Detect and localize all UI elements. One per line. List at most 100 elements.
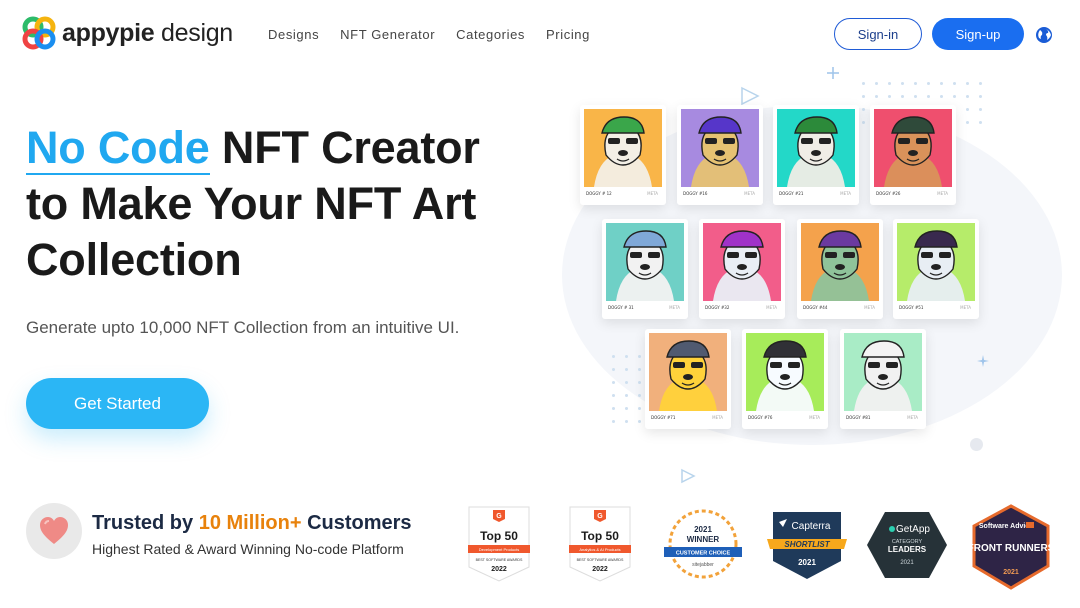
svg-text:BEST SOFTWARE AWARDS: BEST SOFTWARE AWARDS	[577, 558, 624, 562]
heart-icon	[40, 517, 68, 544]
dot-grid-decoration-left	[612, 355, 641, 423]
sign-in-button[interactable]: Sign-in	[834, 18, 922, 50]
nav-categories[interactable]: Categories	[456, 27, 525, 42]
svg-text:Top 50: Top 50	[581, 529, 619, 543]
nft-caption: DOGGY #76	[748, 415, 773, 420]
hero-subtitle: Generate upto 10,000 NFT Collection from…	[26, 318, 460, 337]
svg-text:2021: 2021	[1003, 569, 1019, 576]
hero-title-line2: to Make Your NFT Art	[26, 178, 477, 229]
svg-text:Top 50: Top 50	[480, 529, 518, 543]
nft-caption: DOGGY # 31	[608, 305, 634, 310]
circle-decoration	[970, 438, 983, 451]
svg-text:Analytics & AI Products: Analytics & AI Products	[579, 547, 620, 552]
nft-card[interactable]: DOGGY #44 META	[797, 219, 883, 319]
nft-meta-label: META	[744, 191, 755, 196]
nft-caption: DOGGY #51	[899, 305, 924, 310]
nft-doggy-art	[801, 223, 879, 301]
nft-doggy-art	[606, 223, 684, 301]
svg-text:Capterra: Capterra	[792, 521, 831, 532]
trust-subtitle: Highest Rated & Award Winning No-code Pl…	[92, 541, 404, 557]
g2-top50-analytics-badge: G Top 50 Analytics & AI Products BEST SO…	[568, 505, 632, 588]
main-nav: Designs NFT Generator Categories Pricing	[268, 27, 590, 42]
svg-text:BEST SOFTWARE AWARDS: BEST SOFTWARE AWARDS	[476, 558, 523, 562]
nft-meta-label: META	[864, 305, 875, 310]
svg-text:2021: 2021	[798, 558, 816, 567]
nft-caption: DOGGY #26	[876, 191, 901, 196]
nft-meta-label: META	[766, 305, 777, 310]
globe-icon[interactable]	[1034, 25, 1054, 45]
nft-meta-label: META	[809, 415, 820, 420]
nft-card[interactable]: DOGGY #16 META	[677, 105, 763, 205]
nft-caption: DOGGY #16	[683, 191, 708, 196]
g2-top50-development-badge: G Top 50 Development Products BEST SOFTW…	[467, 505, 531, 588]
svg-text:2021: 2021	[694, 525, 712, 534]
nft-caption: DOGGY #21	[779, 191, 804, 196]
heart-badge	[26, 503, 82, 559]
nft-caption: DOGGY #71	[651, 415, 676, 420]
nft-doggy-art	[681, 109, 759, 187]
nft-meta-label: META	[937, 191, 948, 196]
svg-text:G: G	[597, 513, 603, 520]
plus-decoration-icon	[827, 67, 839, 79]
nft-meta-label: META	[712, 415, 723, 420]
sparkle-decoration-icon	[977, 355, 989, 367]
nft-caption: DOGGY #44	[803, 305, 828, 310]
hero-title-accent: No Code	[26, 122, 210, 175]
nft-meta-label: META	[840, 191, 851, 196]
nft-card[interactable]: DOGGY #32 META	[699, 219, 785, 319]
svg-text:2022: 2022	[592, 566, 608, 573]
nft-card[interactable]: DOGGY #71 META	[645, 329, 731, 429]
svg-text:Development Products: Development Products	[479, 547, 519, 552]
getapp-category-leaders-badge: GetApp CATEGORY LEADERS 2021	[865, 510, 949, 585]
nft-meta-label: META	[647, 191, 658, 196]
sitejabber-winner-badge: 2021 WINNER CUSTOMER CHOICE sitejabber	[662, 508, 744, 585]
nft-card[interactable]: DOGGY #51 META	[893, 219, 979, 319]
svg-text:G: G	[496, 513, 502, 520]
svg-text:Software Advice: Software Advice	[979, 523, 1033, 530]
nav-designs[interactable]: Designs	[268, 27, 319, 42]
site-header: appypie design Designs NFT Generator Cat…	[0, 0, 1080, 68]
triangle-decoration-icon	[681, 468, 696, 484]
nft-caption: DOGGY # 12	[586, 191, 612, 196]
sign-up-button[interactable]: Sign-up	[932, 18, 1024, 50]
logo-text: appypie design	[62, 18, 233, 47]
nft-doggy-art	[874, 109, 952, 187]
triangle-decoration-icon	[741, 86, 760, 106]
logo[interactable]: appypie design	[22, 16, 233, 50]
svg-text:GetApp: GetApp	[896, 524, 930, 535]
nft-caption: DOGGY #81	[846, 415, 871, 420]
nft-doggy-art	[584, 109, 662, 187]
nft-card[interactable]: DOGGY #26 META	[870, 105, 956, 205]
nft-card[interactable]: DOGGY #21 META	[773, 105, 859, 205]
nft-card[interactable]: DOGGY # 31 META	[602, 219, 688, 319]
hero-title: No Code NFT Creator to Make Your NFT Art…	[26, 120, 546, 288]
capterra-shortlist-badge: Capterra SHORTLIST 2021	[765, 509, 849, 586]
nft-meta-label: META	[907, 415, 918, 420]
svg-text:2021: 2021	[900, 560, 914, 566]
svg-text:SHORTLIST: SHORTLIST	[784, 540, 830, 549]
svg-text:CUSTOMER CHOICE: CUSTOMER CHOICE	[676, 551, 731, 557]
nft-doggy-art	[897, 223, 975, 301]
nft-doggy-art	[746, 333, 824, 411]
svg-text:LEADERS: LEADERS	[888, 545, 927, 554]
nft-caption: DOGGY #32	[705, 305, 730, 310]
svg-text:2022: 2022	[491, 566, 507, 573]
nav-nft-generator[interactable]: NFT Generator	[340, 27, 435, 42]
nft-doggy-art	[844, 333, 922, 411]
nft-card[interactable]: DOGGY #76 META	[742, 329, 828, 429]
nft-card[interactable]: DOGGY # 12 META	[580, 105, 666, 205]
nft-meta-label: META	[960, 305, 971, 310]
nft-doggy-art	[703, 223, 781, 301]
software-advice-front-runners-badge: Software Advice FRONT RUNNERS 2021	[968, 504, 1055, 595]
svg-text:sitejabber: sitejabber	[692, 562, 714, 568]
nav-pricing[interactable]: Pricing	[546, 27, 590, 42]
get-started-button[interactable]: Get Started	[26, 378, 209, 429]
nft-doggy-art	[649, 333, 727, 411]
svg-text:FRONT RUNNERS: FRONT RUNNERS	[968, 543, 1054, 554]
nft-meta-label: META	[669, 305, 680, 310]
nft-card[interactable]: DOGGY #81 META	[840, 329, 926, 429]
svg-text:WINNER: WINNER	[687, 535, 720, 544]
appypie-logo-icon	[22, 16, 56, 50]
nft-doggy-art	[777, 109, 855, 187]
trust-title: Trusted by 10 Million+ Customers	[92, 512, 412, 534]
